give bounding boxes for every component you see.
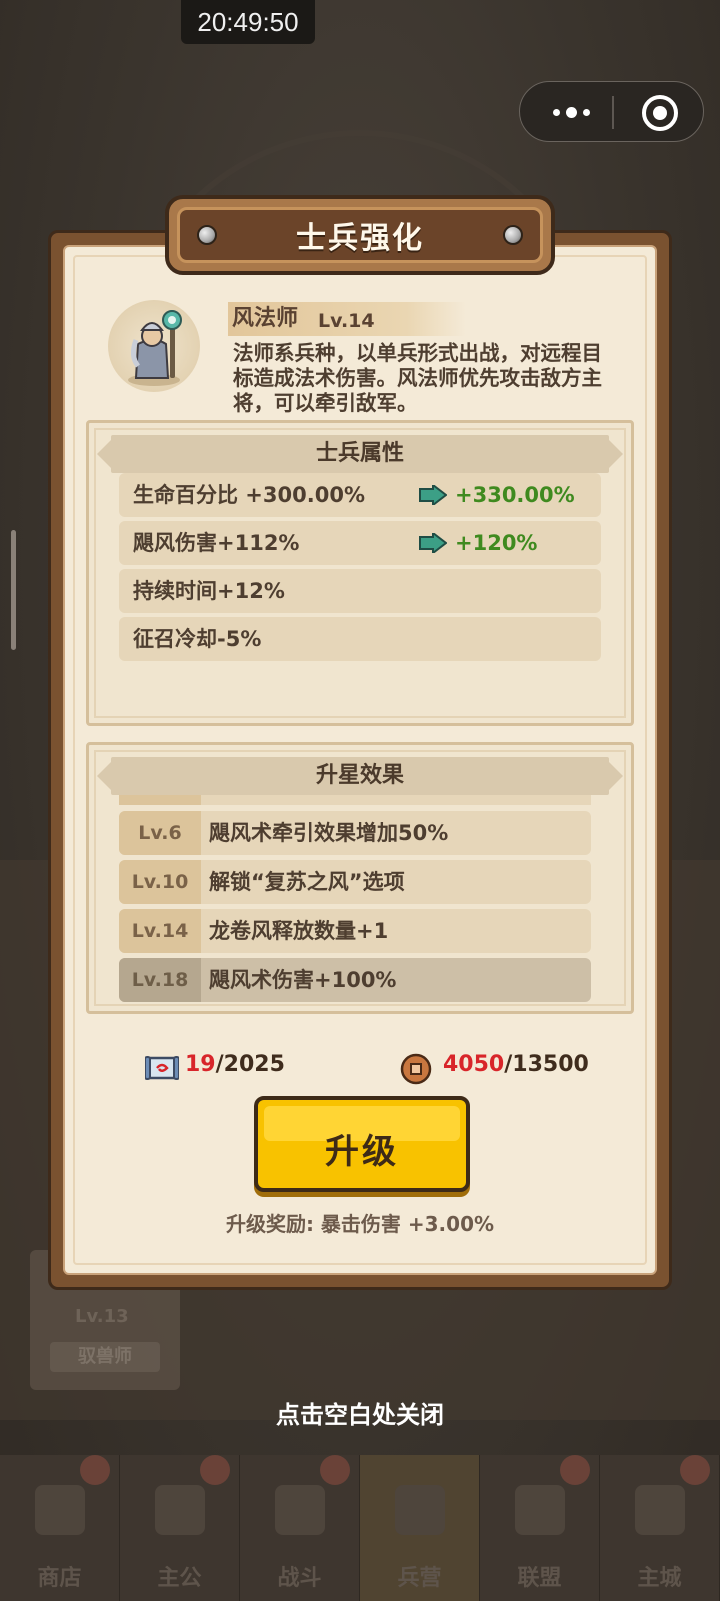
attribute-label: 生命百分比 +300.00% (133, 483, 365, 507)
star-level-tag: Lv.18 (119, 958, 201, 1002)
upgrade-button[interactable]: 升级 (254, 1096, 470, 1192)
star-effect-row-locked: Lv.18 飓风术伤害+100% (119, 958, 591, 1002)
star-effect-text: 飓风术伤害+100% (209, 968, 397, 992)
lord-icon (155, 1485, 205, 1535)
star-effects-panel[interactable]: 升星效果 Lv.6 飓风术牵引效果增加50% Lv.10 解锁“复苏之风”选项 … (86, 742, 634, 1014)
star-level-tag: Lv.14 (119, 909, 201, 953)
nav-item-lord[interactable]: 主公 (120, 1455, 240, 1601)
star-effect-row: Lv.10 解锁“复苏之风”选项 (119, 860, 591, 904)
alert-badge-icon (680, 1455, 710, 1485)
attribute-row: 持续时间+12% (119, 569, 601, 613)
city-icon (635, 1485, 685, 1535)
coin-required: /13500 (504, 1052, 589, 1077)
star-effect-row: Lv.14 龙卷风释放数量+1 (119, 909, 591, 953)
nav-item-alliance[interactable]: 联盟 (480, 1455, 600, 1601)
nav-label: 主城 (637, 1566, 682, 1591)
star-effect-text: 龙卷风释放数量+1 (209, 919, 389, 943)
alert-badge-icon (80, 1455, 110, 1485)
attribute-next-value: +120% (455, 531, 538, 555)
bottom-nav: 商店 主公 战斗 兵营 联盟 主城 (0, 1455, 720, 1601)
battle-icon (275, 1485, 325, 1535)
background-card-name: 驭兽师 (50, 1342, 160, 1372)
attribute-row: 飓风伤害+112% +120% (119, 521, 601, 565)
attribute-label: 飓风伤害+112% (133, 531, 300, 555)
scroll-cost: 19/2025 (185, 1052, 285, 1077)
alert-badge-icon (320, 1455, 350, 1485)
close-hint[interactable]: 点击空白处关闭 (0, 1395, 720, 1430)
star-row-partial-tag (119, 795, 201, 805)
close-miniprogram-icon[interactable] (642, 95, 678, 131)
attributes-panel: 士兵属性 生命百分比 +300.00% +330.00% 飓风伤害+112% +… (86, 420, 634, 726)
attribute-row: 生命百分比 +300.00% +330.00% (119, 473, 601, 517)
coin-cost: 4050/13500 (443, 1052, 589, 1077)
nav-label: 主公 (157, 1566, 202, 1591)
upgrade-button-label: 升级 (325, 1132, 399, 1172)
nav-item-battle[interactable]: 战斗 (240, 1455, 360, 1601)
attribute-label: 征召冷却-5% (133, 627, 262, 651)
nav-item-shop[interactable]: 商店 (0, 1455, 120, 1601)
attributes-title: 士兵属性 (97, 435, 623, 473)
scroll-required: /2025 (215, 1052, 285, 1077)
alliance-icon (515, 1485, 565, 1535)
nav-label: 战斗 (277, 1566, 322, 1591)
nav-label: 商店 (37, 1566, 82, 1591)
star-row-partial (201, 795, 591, 805)
copper-coin-icon (400, 1053, 432, 1085)
wind-mage-portrait-icon (128, 310, 182, 386)
alert-badge-icon (200, 1455, 230, 1485)
star-effect-text: 飓风术牵引效果增加50% (209, 821, 449, 845)
status-clock: 20:49:50 (181, 0, 315, 44)
nav-item-barracks[interactable]: 兵营 (360, 1455, 480, 1601)
soldier-avatar (108, 300, 200, 392)
nav-label: 兵营 (397, 1566, 442, 1591)
nav-label: 联盟 (517, 1566, 562, 1591)
upgrade-arrow-icon (419, 533, 447, 553)
miniprogram-capsule (519, 81, 704, 142)
upgrade-reward: 升级奖励: 暴击伤害 +3.00% (225, 1212, 495, 1236)
attribute-label: 持续时间+12% (133, 579, 285, 603)
alert-badge-icon (560, 1455, 590, 1485)
barracks-icon (395, 1485, 445, 1535)
star-level-tag: Lv.6 (119, 811, 201, 855)
background-card-level: Lv.13 (75, 1306, 129, 1327)
attribute-row: 征召冷却-5% (119, 617, 601, 661)
side-scroll-handle[interactable] (11, 530, 16, 650)
hero-name: 风法师 (232, 306, 299, 331)
star-effects-title: 升星效果 (97, 757, 623, 795)
upgrade-arrow-icon (419, 485, 447, 505)
shop-icon (35, 1485, 85, 1535)
capsule-divider (612, 96, 614, 129)
hero-description: 法师系兵种，以单兵形式出战，对远程目标造成法术伤害。风法师优先攻击敌方主将，可以… (233, 341, 602, 415)
star-effect-text: 解锁“复苏之风”选项 (209, 870, 405, 894)
dialog-title: 士兵强化 (296, 221, 424, 256)
coin-owned: 4050 (443, 1052, 505, 1077)
more-icon[interactable] (546, 97, 596, 127)
star-effect-row: Lv.6 飓风术牵引效果增加50% (119, 811, 591, 855)
scroll-owned: 19 (185, 1052, 216, 1077)
dialog-title-plate: 士兵强化 (165, 195, 555, 275)
recruit-scroll-icon (145, 1056, 179, 1080)
hero-level: Lv.14 (318, 310, 375, 332)
attribute-next-value: +330.00% (455, 483, 575, 507)
star-level-tag: Lv.10 (119, 860, 201, 904)
nav-item-city[interactable]: 主城 (600, 1455, 720, 1601)
